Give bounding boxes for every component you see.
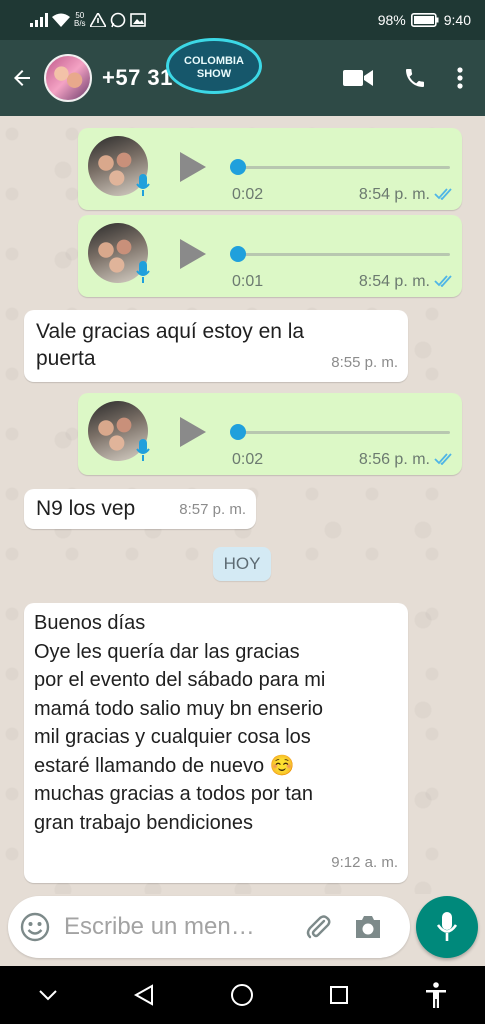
accessibility-icon[interactable]: [424, 982, 448, 1008]
signal-icon: [30, 13, 48, 27]
mic-icon: [136, 439, 150, 461]
message-time: 8:54 p. m.: [358, 186, 430, 203]
play-icon[interactable]: [180, 152, 206, 182]
message-text: N9 los vep: [36, 497, 136, 520]
read-ticks-icon: [434, 275, 452, 287]
back-triangle-icon[interactable]: [133, 984, 155, 1006]
watermark-logo: COLOMBIA SHOW: [166, 38, 262, 94]
home-circle-icon[interactable]: [230, 983, 254, 1007]
mic-icon: [136, 174, 150, 196]
voice-message: 0:02 8:54 p. m.: [78, 128, 462, 210]
message-composer: [8, 896, 410, 958]
audio-seek-knob[interactable]: [230, 159, 246, 175]
battery-icon: [410, 13, 439, 27]
message-bubble: N9 los vep 8:57 p. m.: [24, 489, 256, 529]
message-text: Vale gracias aquí estoy en la: [36, 320, 305, 343]
mic-icon: [436, 912, 458, 941]
battery-percent: 98%: [377, 12, 406, 28]
message-time: 9:12 a. m.: [331, 853, 398, 871]
phone-call-icon[interactable]: [403, 66, 427, 90]
message-time: 8:56 p. m.: [358, 451, 430, 468]
play-icon[interactable]: [180, 417, 206, 447]
video-call-icon[interactable]: [343, 68, 373, 88]
read-ticks-icon: [434, 188, 452, 200]
recents-square-icon[interactable]: [329, 985, 349, 1005]
more-options-icon[interactable]: [457, 66, 463, 90]
voice-duration: 0:02: [232, 186, 264, 203]
back-button[interactable]: [0, 40, 44, 116]
chevron-down-icon[interactable]: [38, 988, 58, 1002]
voice-message: 0:01 8:54 p. m.: [78, 215, 462, 297]
voice-message: 0:02 8:56 p. m.: [78, 393, 462, 475]
message-time: 8:57 p. m.: [179, 501, 246, 518]
warning-icon: [89, 13, 106, 27]
message-text: mil gracias y cualquier cosa los: [34, 726, 311, 748]
contact-avatar[interactable]: [44, 54, 92, 102]
whatsapp-notification-icon: [110, 12, 125, 28]
emoji-icon[interactable]: [20, 912, 50, 942]
chat-area[interactable]: 0:02 8:54 p. m. 0:01 8:54 p. m. Vale gra…: [0, 116, 485, 894]
message-input[interactable]: [64, 913, 284, 941]
audio-progress-track[interactable]: [234, 253, 450, 256]
audio-seek-knob[interactable]: [230, 424, 246, 440]
arrow-back-icon: [14, 70, 30, 86]
audio-seek-knob[interactable]: [230, 246, 246, 262]
message-text: gran trabajo bendiciones: [34, 811, 254, 834]
message-text: mamá todo salio muy bn enserio: [34, 697, 324, 720]
voice-duration: 0:02: [232, 451, 264, 468]
message-time: 8:55 p. m.: [331, 354, 398, 371]
play-icon[interactable]: [180, 239, 206, 269]
clock: 9:40: [443, 12, 471, 28]
gallery-notification-icon: [129, 13, 146, 27]
message-text: Oye les quería dar las gracias: [34, 640, 300, 663]
message-bubble: Buenos días Oye les quería dar las graci…: [24, 603, 408, 883]
read-ticks-icon: [434, 453, 452, 465]
message-bubble: Vale gracias aquí estoy en la puerta 8:5…: [24, 310, 408, 382]
attach-icon[interactable]: [304, 913, 332, 941]
audio-progress-track[interactable]: [234, 431, 450, 434]
date-separator: HOY: [213, 547, 271, 581]
voice-record-button[interactable]: [416, 896, 478, 958]
message-text: muchas gracias a todos por tan: [34, 783, 314, 805]
status-bar: 50 B/s 98% 9:40: [0, 0, 485, 40]
wifi-icon: [52, 13, 70, 27]
voice-duration: 0:01: [232, 273, 264, 290]
message-text: estaré llamando de nuevo ☺️: [34, 754, 295, 777]
net-speed: 50 B/s: [74, 11, 86, 28]
camera-icon[interactable]: [354, 914, 382, 940]
system-nav-bar: [0, 966, 485, 1024]
mic-icon: [136, 261, 150, 283]
message-time: 8:54 p. m.: [358, 273, 430, 290]
audio-progress-track[interactable]: [234, 166, 450, 169]
message-text: por el evento del sábado para mi: [34, 669, 326, 691]
message-text: Buenos días: [34, 612, 146, 634]
